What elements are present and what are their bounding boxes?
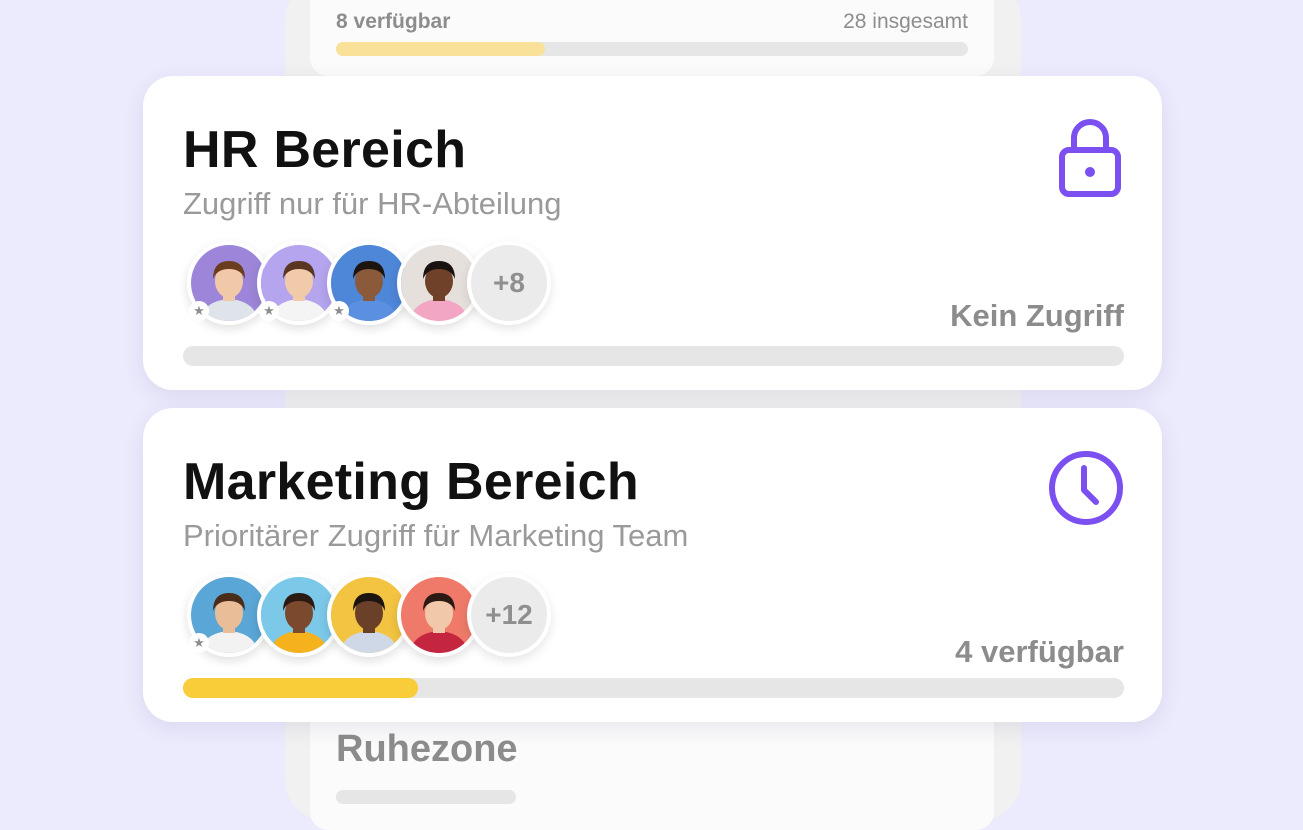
member-avatars[interactable]: ★ +12 xyxy=(187,573,607,657)
capacity-bar-track xyxy=(183,346,1124,366)
area-card-background-top[interactable]: 8 verfügbar 28 insgesamt xyxy=(310,0,994,76)
capacity-bar-fill xyxy=(183,678,418,698)
lock-icon xyxy=(1054,116,1126,205)
more-members-badge[interactable]: +12 xyxy=(467,573,551,657)
more-members-badge[interactable]: +8 xyxy=(467,241,551,325)
available-count: 8 verfügbar xyxy=(336,10,451,33)
area-title: HR Bereich xyxy=(183,121,467,179)
member-avatars[interactable]: ★ ★ ★ +8 xyxy=(187,241,607,325)
star-icon: ★ xyxy=(189,301,209,321)
availability-label: 4 verfügbar xyxy=(955,634,1124,669)
area-subtitle: Zugriff nur für HR-Abteilung xyxy=(183,186,562,221)
area-card-hr[interactable]: HR Bereich Zugriff nur für HR-Abteilung … xyxy=(143,76,1162,390)
total-count: 28 insgesamt xyxy=(843,10,968,33)
star-icon: ★ xyxy=(259,301,279,321)
area-subtitle: Prioritärer Zugriff für Marketing Team xyxy=(183,518,689,553)
area-title: Marketing Bereich xyxy=(183,453,639,511)
capacity-bar-fill xyxy=(336,42,545,56)
star-icon: ★ xyxy=(329,301,349,321)
availability-label: Kein Zugriff xyxy=(950,298,1124,333)
clock-icon xyxy=(1046,448,1126,533)
area-card-marketing[interactable]: Marketing Bereich Prioritärer Zugriff fü… xyxy=(143,408,1162,722)
star-icon: ★ xyxy=(189,633,209,653)
capacity-bar-track xyxy=(336,790,516,804)
area-title: Ruhezone xyxy=(336,728,518,770)
